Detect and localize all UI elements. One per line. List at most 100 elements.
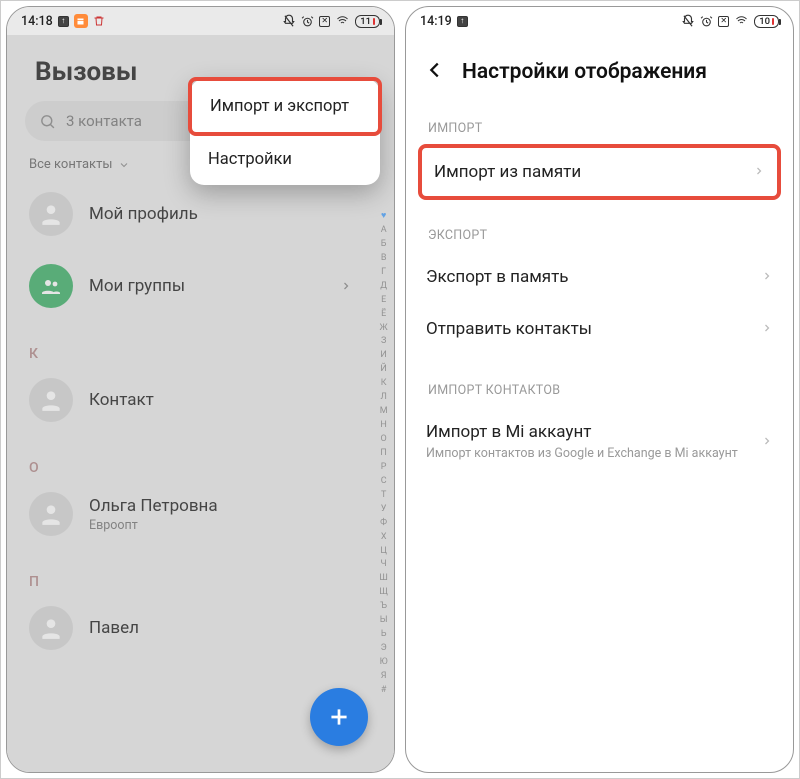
entry-label: Павел [89,618,139,638]
alpha-letter[interactable]: Н [379,419,388,433]
chevron-right-icon [340,277,352,296]
alpha-letter[interactable]: Ф [379,517,388,531]
alpha-letter[interactable]: Ж [379,322,388,336]
alpha-letter[interactable]: Ь [379,628,388,642]
alpha-letter[interactable]: Б [379,238,388,252]
search-placeholder: 3 контакта [66,112,142,130]
wifi-icon [335,15,350,27]
entry-label: Ольга Петровна [89,496,218,516]
battery-icon: 10 [754,15,779,28]
avatar-icon [29,192,73,236]
heart-icon: ♥ [381,210,386,224]
menu-item-settings[interactable]: Настройки [190,134,380,185]
arrow-up-box-icon: ↑ [58,16,69,27]
alpha-letter[interactable]: М [379,405,388,419]
row-import-from-memory[interactable]: Импорт из памяти [422,148,777,196]
alpha-letter[interactable]: И [379,349,388,363]
add-contact-fab[interactable] [310,688,368,746]
alpha-letter[interactable]: С [379,475,388,489]
x-box-icon: ✕ [319,16,330,27]
entry-my-profile[interactable]: Мой профиль [7,178,394,250]
entry-contact[interactable]: Контакт [7,364,394,436]
alpha-letter[interactable]: Я [379,670,388,684]
entry-my-groups[interactable]: Мои группы [7,250,394,322]
alpha-letter[interactable]: Ю [379,656,388,670]
filter-label: Все контакты [29,157,112,172]
alpha-letter[interactable]: Ш [379,572,388,586]
entry-label: Мой профиль [89,204,198,224]
status-time: 14:18 [21,14,53,29]
chevron-down-icon [118,159,130,171]
row-export-to-memory[interactable]: Экспорт в память [406,251,793,303]
menu-item-import-export[interactable]: Импорт и экспорт [192,81,378,132]
alpha-letter[interactable]: Ё [379,308,388,322]
alpha-letter[interactable]: З [379,335,388,349]
alarm-icon [700,15,713,28]
avatar-icon [29,492,73,536]
chevron-right-icon [761,267,773,287]
row-label: Отправить контакты [426,319,592,339]
phone-left: 14:18 ↑ ✕ 11 [6,6,395,773]
section-import-contacts: ИМПОРТ КОНТАКТОВ [406,355,793,406]
section-header-p: П [7,550,394,592]
alpha-letter[interactable]: Е [379,294,388,308]
wifi-icon [734,15,749,27]
arrow-up-box-icon: ↑ [457,16,468,27]
status-bar: 14:18 ↑ ✕ 11 [7,7,394,35]
alpha-letter[interactable]: Л [379,391,388,405]
alpha-letter[interactable]: Т [379,489,388,503]
context-menu: Импорт и экспорт Настройки [190,79,380,185]
avatar-icon [29,606,73,650]
entry-sub: Евроопт [89,518,218,533]
search-icon [39,113,56,130]
dnd-icon [282,14,296,28]
alpha-letter[interactable]: А [379,224,388,238]
highlight-import-export: Импорт и экспорт [188,77,382,136]
alpha-letter[interactable]: Ц [379,545,388,559]
back-button[interactable] [424,59,446,85]
alpha-letter[interactable]: Й [379,363,388,377]
chevron-right-icon [761,432,773,452]
row-sub: Импорт контактов из Google и Exchange в … [426,446,738,463]
page-title: Настройки отображения [462,60,707,84]
section-header-o: О [7,436,394,478]
entry-label: Контакт [89,390,154,410]
status-time: 14:19 [420,14,452,29]
entry-olga[interactable]: Ольга Петровна Евроопт [7,478,394,550]
alpha-letter[interactable]: Ч [379,558,388,572]
alpha-letter[interactable]: Ы [379,614,388,628]
alarm-icon [301,15,314,28]
section-import: ИМПОРТ [406,103,793,144]
alpha-letter[interactable]: Д [379,280,388,294]
alpha-letter[interactable]: Х [379,531,388,545]
group-avatar-icon [29,264,73,308]
row-import-mi[interactable]: Импорт в Mi аккаунт Импорт контактов из … [406,406,793,479]
alpha-letter[interactable]: О [379,433,388,447]
row-label: Импорт из памяти [434,162,581,182]
row-send-contacts[interactable]: Отправить контакты [406,303,793,355]
alpha-letter[interactable]: Ъ [379,600,388,614]
alpha-letter[interactable]: П [379,447,388,461]
section-export: ЭКСПОРТ [406,200,793,251]
highlight-import-memory: Импорт из памяти [418,144,781,200]
dnd-icon [681,14,695,28]
alpha-letter[interactable]: Щ [379,586,388,600]
alpha-letter[interactable]: Э [379,642,388,656]
alpha-letter[interactable]: У [379,503,388,517]
alpha-index[interactable]: ♥ АБВГДЕЁЖЗИЙКЛМНОПРСТУФХЦЧШЩЪЫЬЭЮЯ# [379,210,388,698]
avatar-icon [29,378,73,422]
chevron-left-icon [424,59,446,81]
entry-label: Мои группы [89,276,185,296]
phone-right: 14:19 ↑ ✕ 10 Настройки отображения ИМПО [405,6,794,773]
alpha-letter[interactable]: К [379,377,388,391]
alpha-letter[interactable]: # [379,684,388,698]
battery-icon: 11 [355,15,380,28]
row-label: Экспорт в память [426,267,569,287]
alpha-letter[interactable]: В [379,252,388,266]
alpha-letter[interactable]: Г [379,266,388,280]
alpha-letter[interactable]: Р [379,461,388,475]
row-label: Импорт в Mi аккаунт [426,422,738,442]
entry-pavel[interactable]: Павел [7,592,394,664]
trash-icon [93,15,105,27]
status-bar: 14:19 ↑ ✕ 10 [406,7,793,35]
